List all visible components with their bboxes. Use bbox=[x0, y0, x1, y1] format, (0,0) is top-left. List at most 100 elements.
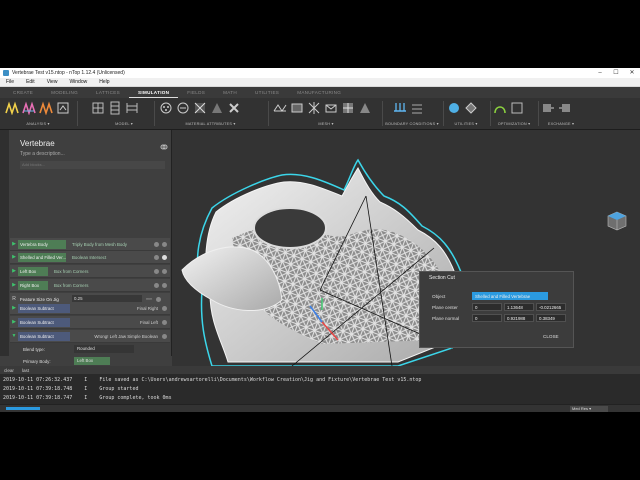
notebook-row[interactable]: ▶ Left Box Box from Corners bbox=[10, 265, 170, 278]
notebook-description[interactable]: Type a description... bbox=[20, 151, 65, 157]
menu-view[interactable]: View bbox=[41, 79, 64, 85]
boundary-conditions-group-label[interactable]: BOUNDARY CONDITIONS ▾ bbox=[384, 121, 440, 126]
mesh-repair-icon[interactable] bbox=[357, 100, 372, 115]
view-cube-icon[interactable] bbox=[606, 210, 628, 232]
beam-mesh-icon[interactable] bbox=[306, 100, 321, 115]
surface-mesh-icon[interactable] bbox=[272, 100, 287, 115]
result-icon[interactable] bbox=[446, 100, 461, 115]
visibility-icon[interactable] bbox=[154, 352, 159, 358]
mesh-sizing-icon[interactable] bbox=[340, 100, 355, 115]
variable-block[interactable]: Shelled and Filled Ver... bbox=[18, 252, 66, 262]
tab-manufacturing[interactable]: MANUFACTURING bbox=[288, 87, 350, 98]
expand-icon[interactable]: ▶ bbox=[10, 324, 18, 330]
variable-block[interactable]: Left Jaw bbox=[18, 308, 48, 318]
visibility-icon[interactable] bbox=[156, 296, 161, 302]
menu-help[interactable]: Help bbox=[93, 79, 115, 85]
menu-edit[interactable]: Edit bbox=[20, 79, 41, 85]
lattice-model-icon[interactable] bbox=[124, 100, 139, 115]
utilities-group-label[interactable]: UTILITIES ▾ bbox=[446, 121, 486, 126]
fe-model-icon[interactable] bbox=[90, 100, 105, 115]
tab-create[interactable]: CREATE bbox=[4, 87, 42, 98]
material-field-icon[interactable] bbox=[209, 100, 224, 115]
plane-normal-label: Plane normal bbox=[432, 316, 460, 321]
shell-mesh-icon[interactable] bbox=[323, 100, 338, 115]
notebook-row[interactable]: ▶ Vertebra Body Triply Body from Mesh Bo… bbox=[10, 238, 170, 251]
material-icon[interactable] bbox=[158, 100, 173, 115]
expand-icon[interactable]: ▶ bbox=[10, 338, 18, 344]
export-icon[interactable] bbox=[557, 100, 572, 115]
material-attribute-icon[interactable] bbox=[226, 100, 241, 115]
variable-block[interactable]: Right Jaw Shelled and... bbox=[18, 350, 66, 360]
notebook-row[interactable]: ▶ Left Jaw Conformal Jig V15 bbox=[10, 307, 170, 320]
force-icon[interactable] bbox=[392, 100, 407, 115]
exchange-group-label[interactable]: EXCHANGE ▾ bbox=[540, 121, 582, 126]
volume-mesh-icon[interactable] bbox=[289, 100, 304, 115]
variable-block[interactable]: Left Jaw Shelled and ... bbox=[18, 336, 66, 346]
maximize-button[interactable]: ☐ bbox=[608, 68, 624, 78]
notebook-row[interactable]: ▶ Right Box Box from Corners bbox=[10, 279, 170, 292]
static-analysis-icon[interactable] bbox=[4, 100, 19, 115]
visibility-icon[interactable] bbox=[154, 268, 159, 274]
variable-block[interactable]: Vertebra Body bbox=[18, 239, 66, 249]
thermal-analysis-icon[interactable] bbox=[38, 100, 53, 115]
link-icon[interactable] bbox=[160, 138, 168, 150]
tab-simulation[interactable]: SIMULATION bbox=[129, 87, 179, 98]
ribbon-divider bbox=[538, 101, 539, 126]
tab-fields[interactable]: FIELDS bbox=[178, 87, 214, 98]
visibility-icon[interactable] bbox=[154, 282, 159, 288]
notebook-row[interactable]: ▶ Shelled and Filled Ver... Boolean Inte… bbox=[10, 251, 170, 264]
solve-icon[interactable] bbox=[55, 100, 70, 115]
variable-block[interactable]: Feature Size On Jig bbox=[18, 295, 66, 304]
restraint-icon[interactable] bbox=[409, 100, 424, 115]
variable-block[interactable]: Left Box bbox=[18, 266, 48, 276]
material-group-label[interactable]: MATERIAL ATTRIBUTES ▾ bbox=[158, 121, 263, 126]
variable-block[interactable]: Right Box bbox=[18, 280, 48, 290]
modal-analysis-icon[interactable] bbox=[21, 100, 36, 115]
tab-math[interactable]: MATH bbox=[214, 87, 246, 98]
plane-normal-y[interactable]: 0.921988 bbox=[504, 314, 534, 322]
plane-center-y[interactable]: 1.13648 bbox=[504, 303, 534, 311]
expand-icon[interactable]: ▶ bbox=[10, 282, 18, 288]
feature-size-input[interactable]: 0.25 bbox=[72, 295, 142, 303]
topology-optimization-icon[interactable] bbox=[492, 100, 507, 115]
visibility-icon[interactable] bbox=[154, 241, 159, 247]
visibility-icon[interactable] bbox=[154, 338, 159, 344]
expand-icon[interactable]: ▶ bbox=[10, 310, 18, 316]
mesh-group: MESH ▾ bbox=[272, 100, 380, 130]
expand-icon[interactable]: ▶ bbox=[10, 241, 18, 247]
notebook-row[interactable]: ▶ Right Jaw Conformal Jig V15 bbox=[10, 321, 170, 334]
tab-utilities[interactable]: UTILITIES bbox=[246, 87, 288, 98]
design-space-icon[interactable] bbox=[509, 100, 524, 115]
fe-mesh-icon[interactable] bbox=[107, 100, 122, 115]
orthotropic-material-icon[interactable] bbox=[192, 100, 207, 115]
tab-modeling[interactable]: MODELING bbox=[42, 87, 87, 98]
plane-normal-z[interactable]: 0.38349 bbox=[536, 314, 566, 322]
expand-icon[interactable]: ▶ bbox=[10, 268, 18, 274]
menu-window[interactable]: Window bbox=[63, 79, 93, 85]
add-blocks-input[interactable]: Add blocks... bbox=[20, 161, 165, 169]
plane-center-x[interactable]: 0 bbox=[472, 303, 502, 311]
notebook-row[interactable]: R Feature Size On Jig 0.25 mm bbox=[10, 293, 170, 306]
plane-center-z[interactable]: -0.0212665 bbox=[536, 303, 566, 311]
mesh-group-label[interactable]: MESH ▾ bbox=[272, 121, 380, 126]
optimization-group-label[interactable]: OPTIMIZATION ▾ bbox=[492, 121, 536, 126]
plane-normal-x[interactable]: 0 bbox=[472, 314, 502, 322]
visibility-icon[interactable] bbox=[154, 254, 159, 260]
object-select[interactable]: Shelled and Filled Vertebrae bbox=[472, 292, 548, 300]
import-icon[interactable] bbox=[540, 100, 555, 115]
expand-icon[interactable]: ▶ bbox=[10, 254, 18, 260]
notebook-title[interactable]: Vertebrae bbox=[20, 139, 55, 148]
expand-icon[interactable]: ▶ bbox=[10, 352, 18, 358]
analysis-group-label[interactable]: ANALYSIS ▾ bbox=[4, 121, 72, 126]
notebook-row[interactable]: ▶ Right Jaw Shelled and... Boolean Inter… bbox=[10, 349, 170, 362]
notebook-row[interactable]: ▶ Left Jaw Shelled and ... Boolean Inter… bbox=[10, 335, 170, 348]
model-group-label[interactable]: MODEL ▾ bbox=[90, 121, 158, 126]
tab-lattices[interactable]: LATTICES bbox=[87, 87, 129, 98]
minimize-button[interactable]: – bbox=[592, 68, 608, 78]
probe-icon[interactable] bbox=[463, 100, 478, 115]
menu-file[interactable]: File bbox=[0, 79, 20, 85]
variable-block[interactable]: Right Jaw bbox=[18, 322, 48, 332]
isotropic-material-icon[interactable] bbox=[175, 100, 190, 115]
close-button[interactable]: CLOSE bbox=[543, 334, 559, 339]
close-window-button[interactable]: ✕ bbox=[624, 68, 640, 78]
